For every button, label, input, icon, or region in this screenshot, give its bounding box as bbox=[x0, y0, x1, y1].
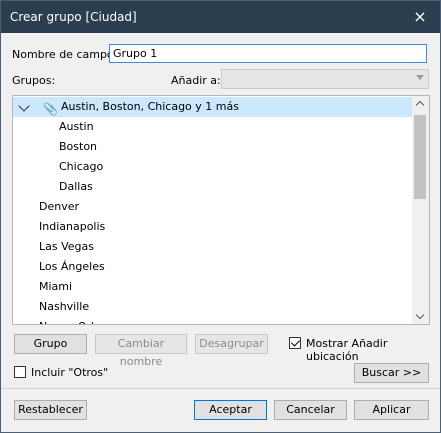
tree-child-item[interactable]: Chicago bbox=[59, 157, 103, 177]
tree-item[interactable]: Las Vegas bbox=[39, 237, 94, 257]
rename-button[interactable]: Cambiar nombre bbox=[95, 334, 187, 368]
close-icon[interactable]: × bbox=[410, 7, 430, 27]
paperclip-icon: 📎 bbox=[43, 102, 58, 116]
title-bar: Crear grupo [Ciudad] × bbox=[1, 1, 440, 33]
show-add-location-checkbox[interactable] bbox=[289, 337, 301, 349]
tree-child-item[interactable]: Austin bbox=[59, 117, 94, 137]
tree-item[interactable]: Denver bbox=[39, 197, 79, 217]
tree-item[interactable]: Miami bbox=[39, 277, 72, 297]
chevron-down-icon bbox=[416, 75, 424, 80]
show-add-location-label: Mostrar Añadir ubicación bbox=[306, 337, 388, 363]
window-title: Crear grupo [Ciudad] bbox=[10, 10, 137, 24]
ungroup-button[interactable]: Desagrupar bbox=[195, 334, 268, 354]
apply-button[interactable]: Aplicar bbox=[354, 400, 429, 420]
find-button[interactable]: Buscar >> bbox=[354, 363, 429, 383]
group-button[interactable]: Grupo bbox=[14, 334, 87, 354]
include-others-label: Incluir "Otros" bbox=[31, 366, 109, 379]
groups-tree[interactable]: 📎 Austin, Boston, Chicago y 1 más Austin… bbox=[12, 95, 430, 325]
add-to-label: Añadir a: bbox=[171, 74, 221, 87]
scroll-down-icon[interactable] bbox=[415, 310, 425, 320]
tree-child-item[interactable]: Boston bbox=[59, 137, 97, 157]
field-name-input[interactable]: Grupo 1 bbox=[109, 44, 427, 63]
tree-item[interactable]: Nueva Orleans bbox=[39, 317, 120, 324]
add-to-dropdown[interactable] bbox=[221, 69, 429, 89]
field-name-label: Nombre de campo: bbox=[12, 48, 118, 61]
scroll-thumb[interactable] bbox=[414, 115, 426, 199]
tree-item[interactable]: Indianapolis bbox=[39, 217, 105, 237]
tree-child-item[interactable]: Dallas bbox=[59, 177, 93, 197]
create-group-dialog: Crear grupo [Ciudad] × Nombre de campo: … bbox=[0, 0, 441, 433]
divider bbox=[1, 388, 440, 389]
group-label: Austin, Boston, Chicago y 1 más bbox=[61, 100, 239, 113]
tree-group-row[interactable]: 📎 Austin, Boston, Chicago y 1 más bbox=[13, 97, 413, 117]
tree-item[interactable]: Nashville bbox=[39, 297, 89, 317]
expand-chevron-icon[interactable] bbox=[18, 100, 30, 112]
include-others-checkbox[interactable] bbox=[14, 366, 26, 378]
tree-item[interactable]: Los Ángeles bbox=[39, 257, 105, 277]
groups-label: Grupos: bbox=[12, 74, 56, 87]
ok-button[interactable]: Aceptar bbox=[194, 400, 267, 420]
vertical-scrollbar[interactable] bbox=[412, 96, 429, 324]
scroll-up-icon[interactable] bbox=[415, 100, 425, 110]
cancel-button[interactable]: Cancelar bbox=[274, 400, 347, 420]
reset-button[interactable]: Restablecer bbox=[14, 400, 87, 420]
